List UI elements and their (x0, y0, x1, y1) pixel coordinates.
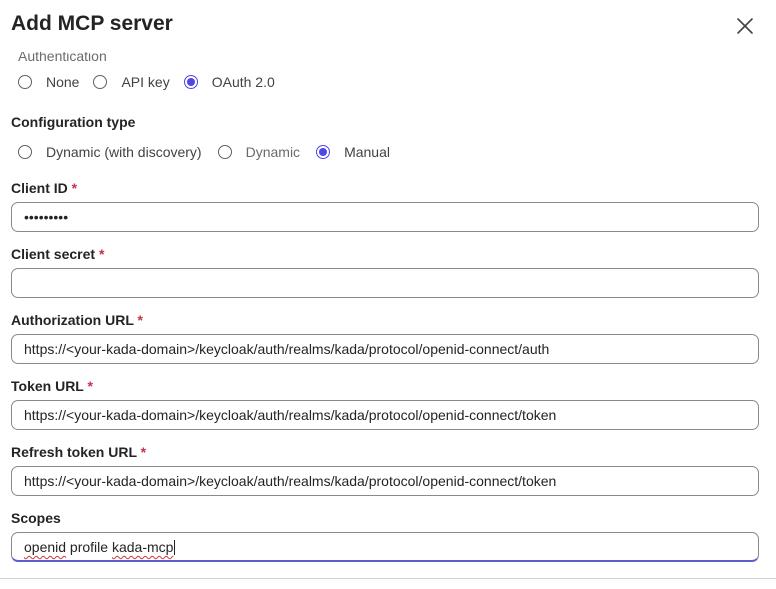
dialog-title: Add MCP server (11, 12, 173, 35)
dialog-body[interactable]: Authentication None API key OAuth 2.0 Co… (0, 40, 776, 578)
authorization-url-value: https://<your-kada-domain>/keycloak/auth… (24, 341, 550, 357)
radio-label-dynamic: Dynamic (245, 144, 301, 160)
radio-oauth[interactable] (183, 75, 198, 89)
radio-label-manual: Manual (344, 144, 390, 160)
radio-dynamic[interactable] (217, 145, 232, 159)
config-option-dynamic-discovery[interactable]: Dynamic (with discovery) (18, 144, 202, 160)
radio-label-dynamic-discovery: Dynamic (with discovery) (46, 144, 202, 160)
configuration-type-radio-group: Dynamic (with discovery) Dynamic Manual (18, 142, 404, 162)
configuration-type-label: Configuration type (11, 114, 136, 130)
authorization-url-label: Authorization URL * (11, 312, 143, 328)
text-caret (174, 540, 176, 555)
client-secret-label-text: Client secret (11, 246, 96, 262)
radio-none[interactable] (18, 75, 32, 89)
client-id-value: ••••••••• (24, 209, 69, 225)
radio-manual[interactable] (316, 145, 331, 159)
footer-divider (0, 578, 776, 579)
scopes-token-openid: openid (24, 539, 67, 555)
token-url-input[interactable]: https://<your-kada-domain>/keycloak/auth… (11, 400, 759, 430)
client-secret-label: Client secret * (11, 246, 104, 262)
dialog-header: Add MCP server (0, 0, 776, 52)
radio-label-none: None (46, 74, 80, 90)
auth-option-none[interactable]: None (18, 74, 79, 90)
auth-option-api-key[interactable]: API key (93, 74, 170, 90)
refresh-token-url-label: Refresh token URL * (11, 444, 146, 460)
scopes-value: openid profile kada-mcp (24, 539, 176, 555)
radio-dynamic-discovery[interactable] (18, 145, 32, 159)
scopes-token-profile: profile (66, 539, 112, 555)
client-id-input[interactable]: ••••••••• (11, 202, 759, 232)
client-secret-input[interactable] (11, 268, 759, 298)
authentication-radio-group: None API key OAuth 2.0 (18, 72, 289, 92)
required-mark: * (137, 312, 143, 328)
client-id-label-text: Client ID (11, 180, 68, 196)
radio-api-key[interactable] (93, 75, 108, 89)
required-mark: * (98, 246, 105, 262)
client-id-label: Client ID * (11, 180, 77, 196)
refresh-token-url-value: https://<your-kada-domain>/keycloak/auth… (24, 473, 557, 489)
refresh-token-url-input[interactable]: https://<your-kada-domain>/keycloak/auth… (11, 466, 759, 496)
radio-label-oauth: OAuth 2.0 (211, 74, 275, 90)
token-url-value: https://<your-kada-domain>/keycloak/auth… (24, 407, 557, 423)
refresh-token-url-label-text: Refresh token URL (11, 444, 137, 460)
required-mark: * (71, 180, 78, 196)
token-url-label: Token URL * (11, 378, 93, 394)
authorization-url-label-text: Authorization URL (11, 312, 134, 328)
radio-label-api-key: API key (121, 74, 170, 90)
config-option-dynamic[interactable]: Dynamic (217, 144, 301, 160)
token-url-label-text: Token URL (11, 378, 84, 394)
close-icon (737, 18, 753, 34)
close-button[interactable] (732, 13, 758, 39)
auth-option-oauth[interactable]: OAuth 2.0 (183, 74, 275, 90)
config-option-manual[interactable]: Manual (316, 144, 390, 160)
scopes-input[interactable]: openid profile kada-mcp (11, 532, 759, 562)
scopes-token-kada-mcp: kada-mcp (111, 539, 174, 555)
required-mark: * (140, 444, 147, 460)
scopes-label: Scopes (11, 510, 61, 526)
required-mark: * (87, 378, 93, 394)
authorization-url-input[interactable]: https://<your-kada-domain>/keycloak/auth… (11, 334, 759, 364)
